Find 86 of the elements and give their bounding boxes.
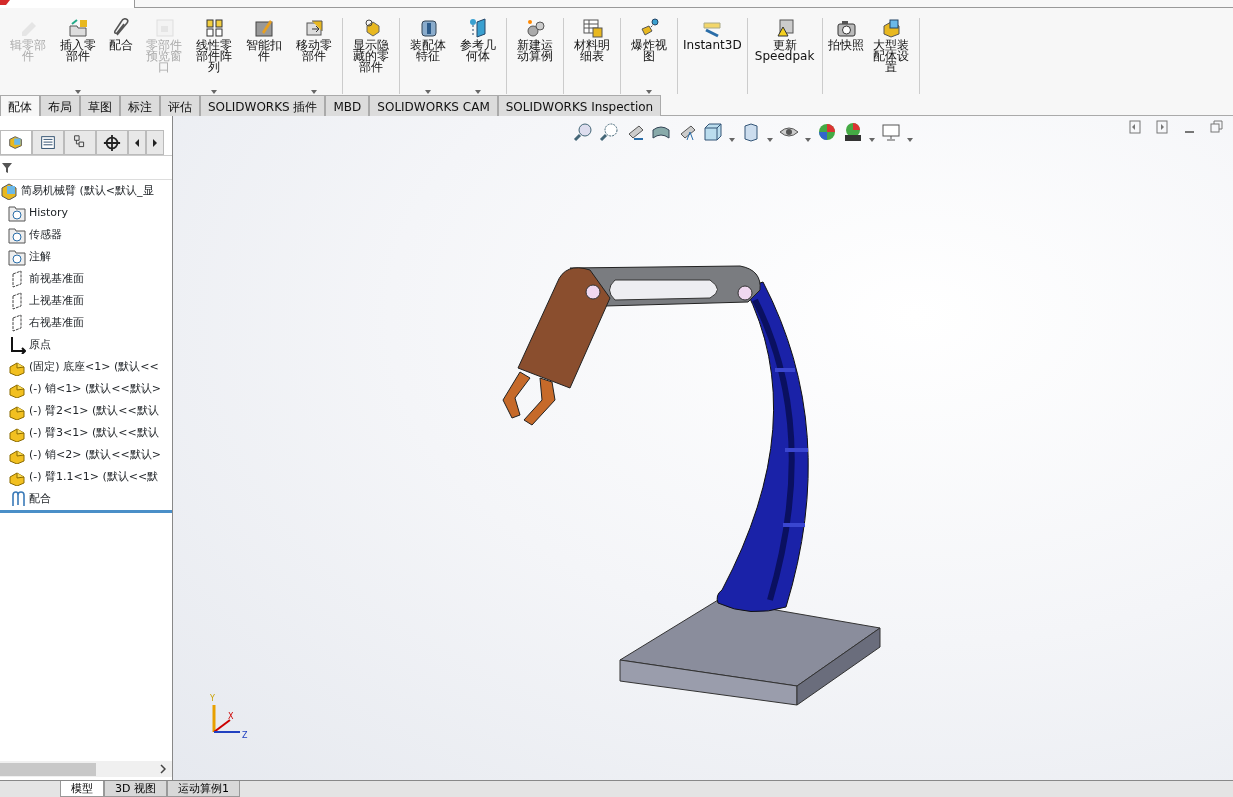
tree-item[interactable]: (-) 臂3<1> (默认<<默认 [29,424,159,442]
bottom-tab[interactable]: 运动算例1 [166,781,240,797]
tree-item[interactable]: (-) 臂2<1> (默认<<默认 [29,402,159,420]
tree-item[interactable]: History [29,204,69,222]
ribbon-tab[interactable]: SOLIDWORKS 插件 [200,95,326,116]
tree-item[interactable]: (-) 销<2> (默认<<默认> [29,446,161,464]
plane-icon [467,18,489,38]
caret-icon[interactable] [805,138,811,142]
tree-item[interactable]: 原点 [29,336,51,354]
panel-tab[interactable] [32,130,64,155]
folder-icon [8,248,26,266]
toolbar-button[interactable]: 新建运动算例 [510,18,560,94]
panel-tab[interactable] [96,130,128,155]
scene-icon[interactable] [843,122,863,142]
toolbar-button[interactable]: 材料明细表 [567,18,617,94]
next-window-icon[interactable] [1156,120,1169,134]
toolbar-button[interactable]: 显示隐藏的零部件 [346,18,396,94]
folder-icon [8,226,26,244]
tree-item[interactable]: (固定) 底座<1> (默认<< [29,358,159,376]
toolbar-button[interactable]: 装配体特征 [403,18,453,94]
caret-icon[interactable] [869,138,875,142]
list-icon [39,133,57,152]
tree-item[interactable]: (-) 臂1.1<1> (默认<<默 [29,468,159,486]
gears-icon [524,18,546,38]
toolbar-button[interactable]: 拍快照 [825,18,866,94]
zoom-area-icon[interactable] [599,122,619,142]
ribbon-tab[interactable]: SOLIDWORKS CAM [369,95,498,116]
axes-icon [8,336,26,354]
logo-swoosh-icon [0,0,10,5]
exploded-parts-icon [638,18,660,38]
toolbar-button[interactable]: 参考几何体 [453,18,503,94]
camera-icon [834,18,857,38]
appearance-icon[interactable] [817,122,837,142]
scroll-right-icon[interactable] [160,764,166,774]
toolbar-button[interactable]: 移动零部件 [289,18,339,94]
previous-window-icon[interactable] [1129,120,1142,134]
folder-icon [8,204,26,222]
display-style-icon[interactable] [741,122,761,142]
scroll-right-button[interactable] [146,130,164,155]
tree-item[interactable]: 简易机械臂 (默认<默认_显 [21,182,154,200]
tree-item[interactable]: 注解 [29,248,51,266]
view-orientation-icon[interactable] [703,122,723,142]
toolbar-button[interactable]: 配合 [103,18,139,94]
ribbon-tab[interactable]: 配体 [0,95,40,116]
toolbar-button[interactable]: 爆炸视图 [624,18,674,94]
toolbar-button[interactable]: 插入零部件 [53,18,103,94]
ribbon-tab[interactable]: 布局 [40,95,80,116]
assembly-icon [0,182,18,200]
toolbar-button[interactable]: 大型装配体设置 [865,18,916,94]
ribbon-tab[interactable]: 评估 [160,95,200,116]
toolbar-button[interactable]: 更新 Speedpak [750,18,819,94]
ribbon-tab[interactable]: MBD [325,95,370,116]
axis-label: Y [210,694,215,703]
caret-icon[interactable] [729,138,735,142]
zoom-fit-icon[interactable] [573,122,593,142]
restore-icon[interactable] [1210,120,1223,134]
right-arrow-icon [151,136,159,149]
table-icon [581,18,603,38]
tree-item[interactable]: 前视基准面 [29,270,84,288]
caret-icon[interactable] [767,138,773,142]
folder-arrow-icon [67,18,89,38]
tree-item[interactable]: 配合 [29,490,51,508]
axis-triad-icon [212,705,241,733]
box-arrow-icon [303,18,325,38]
tree-item[interactable]: 上视基准面 [29,292,84,310]
caret-icon[interactable] [907,138,913,142]
scrollbar-thumb[interactable] [0,762,96,776]
filter-icon[interactable] [2,161,14,174]
ribbon-tab[interactable]: SOLIDWORKS Inspection [497,95,662,116]
assembly-icon [7,133,25,152]
crosshair-icon [103,133,121,152]
scroll-left-button[interactable] [128,130,146,155]
bottom-tab[interactable]: 3D 视图 [104,781,167,797]
axis-label: X [228,712,234,721]
tree-item[interactable]: 右视基准面 [29,314,84,332]
grid-icon [203,18,225,38]
tree-item[interactable]: (-) 销<1> (默认<<默认> [29,380,161,398]
axis-label: Z [242,731,248,740]
tree-item[interactable]: 传感器 [29,226,62,244]
toolbar-button[interactable]: Instant3D [681,18,744,94]
ribbon-tab[interactable]: 草图 [80,95,120,116]
toolbar-button[interactable]: 线性零部件阵列 [189,18,239,94]
bolt-icon [253,18,275,38]
bottom-tab[interactable]: 模型 [60,781,104,797]
ribbon-tab[interactable]: 标注 [120,95,160,116]
toolbar-button[interactable]: 智能扣件 [239,18,289,94]
